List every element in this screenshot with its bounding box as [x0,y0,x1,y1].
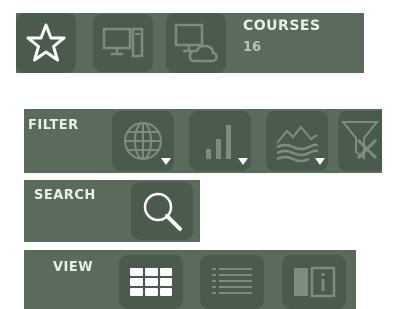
globe-icon [124,122,162,160]
grid-view-icon [130,268,172,296]
filter-toolbar: FILTER [24,109,382,173]
list-view-button[interactable] [200,255,264,309]
search-toolbar: SEARCH [24,180,200,242]
filter-label: FILTER [28,118,79,133]
local-courses-button[interactable] [93,14,153,72]
courses-count: 16 [243,40,262,55]
level-filter-button[interactable] [189,111,251,171]
detail-view-icon [294,266,336,298]
dropdown-arrow-icon [315,158,325,165]
view-toolbar: VIEW [24,250,356,309]
desktop-computer-icon [102,27,144,58]
search-icon [143,192,182,231]
dropdown-arrow-icon [161,158,171,165]
view-label: VIEW [53,260,94,275]
cloud-courses-button[interactable] [166,13,226,73]
language-filter-button[interactable] [112,111,174,171]
search-button[interactable] [131,182,193,240]
favorites-button[interactable] [16,13,76,73]
courses-label: COURSES [243,18,321,34]
dropdown-arrow-icon [238,158,248,165]
search-label: SEARCH [34,188,96,203]
cloud-computer-icon [174,23,218,63]
star-icon [26,23,66,62]
clear-filter-icon [340,121,380,160]
bar-chart-icon [206,125,231,159]
clear-filter-button[interactable] [338,111,382,171]
grid-view-button[interactable] [119,255,183,309]
terrain-filter-button[interactable] [266,111,328,171]
list-view-icon [212,268,252,294]
detail-view-button[interactable] [282,255,346,309]
landscape-icon [276,125,319,163]
top-toolbar: COURSES 16 [16,13,364,73]
